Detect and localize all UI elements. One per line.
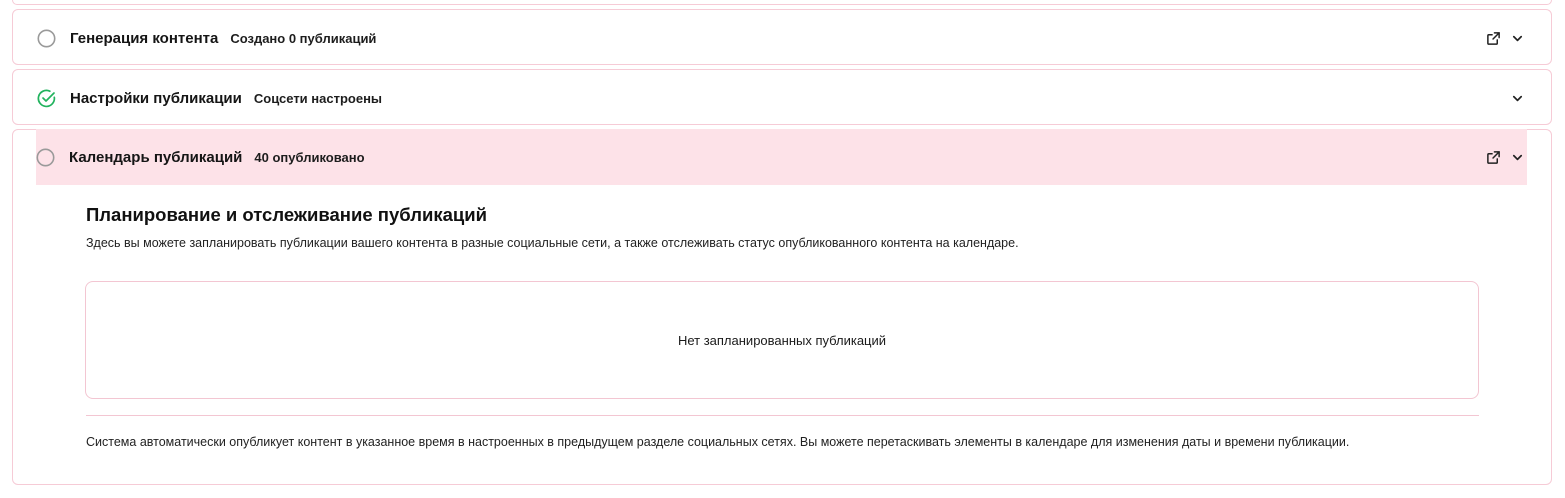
step-card-publication-settings[interactable]: Настройки публикации Соцсети настроены [12, 69, 1552, 125]
chevron-down-icon[interactable] [1507, 147, 1527, 167]
footer-note: Система автоматически опубликует контент… [86, 435, 1350, 449]
step-header[interactable]: Календарь публикаций 40 опубликовано [36, 129, 1527, 185]
step-subtitle: 40 опубликовано [254, 149, 365, 165]
empty-state-text: Нет запланированных публикаций [677, 332, 887, 348]
external-link-icon[interactable] [1483, 147, 1503, 167]
external-link-icon[interactable] [1483, 28, 1503, 48]
step-title: Календарь публикаций [69, 148, 243, 166]
step-header[interactable]: Генерация контента Создано 0 публикаций [37, 10, 1527, 66]
calendar-description: Здесь вы можете запланировать публикации… [86, 236, 1019, 250]
step-subtitle: Соцсети настроены [253, 90, 383, 106]
calendar-empty-state: Нет запланированных публикаций [85, 281, 1479, 399]
calendar-heading: Планирование и отслеживание публикаций [86, 204, 487, 225]
step-card-content-generation[interactable]: Генерация контента Создано 0 публикаций [12, 9, 1552, 65]
step-title: Генерация контента [70, 29, 219, 47]
chevron-down-icon[interactable] [1507, 88, 1527, 108]
divider [86, 415, 1479, 416]
step-title: Настройки публикации [70, 89, 242, 107]
previous-card-edge [12, 0, 1552, 5]
circle-outline-icon [36, 148, 55, 167]
check-circle-icon [37, 89, 56, 108]
step-subtitle: Создано 0 публикаций [230, 30, 377, 46]
chevron-down-icon[interactable] [1507, 28, 1527, 48]
circle-outline-icon [37, 29, 56, 48]
step-header[interactable]: Настройки публикации Соцсети настроены [37, 70, 1527, 126]
